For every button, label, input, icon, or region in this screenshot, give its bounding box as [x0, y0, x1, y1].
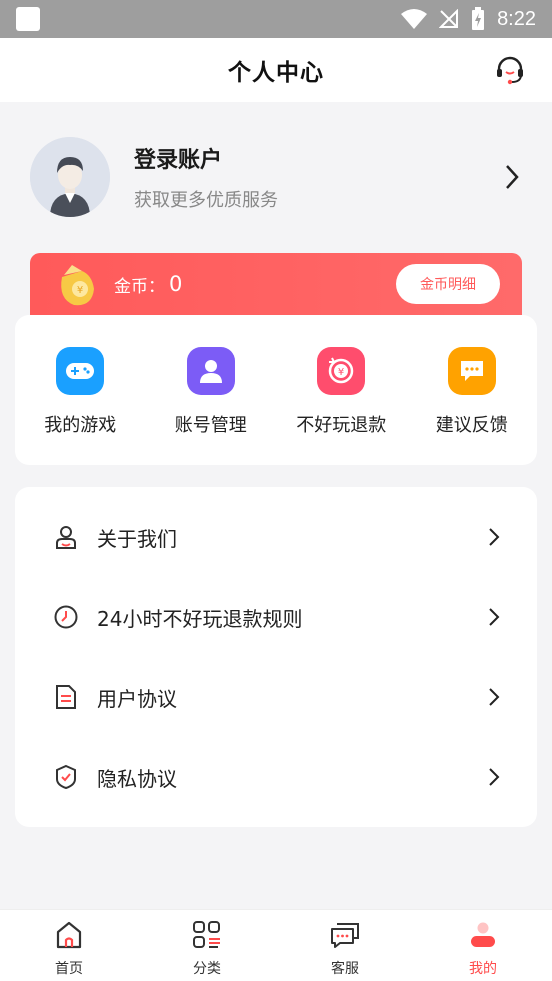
menu-item-user-agreement[interactable]: 用户协议: [15, 657, 537, 737]
coin-bag-icon: ¥: [52, 259, 102, 309]
action-refund[interactable]: ¥ 不好玩退款: [286, 347, 396, 465]
nav-category[interactable]: 分类: [138, 910, 276, 981]
action-label: 建议反馈: [435, 415, 508, 436]
action-my-games[interactable]: 我的游戏: [25, 347, 135, 465]
profile-icon: [466, 918, 500, 952]
quick-actions-card: 我的游戏 账号管理 ¥ 不好玩退款 建议反馈: [15, 315, 537, 465]
action-account[interactable]: 账号管理: [156, 347, 266, 465]
menu-item-privacy[interactable]: 隐私协议: [15, 737, 537, 817]
customer-service-button[interactable]: [492, 52, 528, 88]
battery-icon: [472, 7, 485, 30]
headset-icon: [497, 56, 523, 85]
coin-detail-button[interactable]: 金币明细: [396, 264, 500, 304]
chevron-right-icon: [489, 688, 500, 706]
feedback-icon: [447, 347, 496, 395]
login-subtitle: 获取更多优质服务: [134, 190, 278, 211]
action-feedback[interactable]: 建议反馈: [417, 347, 527, 465]
chevron-right-icon: [489, 528, 500, 546]
login-profile-row[interactable]: 登录账户 获取更多优质服务: [0, 102, 552, 252]
menu-label: 24小时不好玩退款规则: [97, 606, 303, 631]
shield-icon: [53, 764, 79, 790]
nav-service[interactable]: 客服: [276, 910, 414, 981]
svg-text:¥: ¥: [77, 285, 83, 296]
gamepad-icon: [56, 347, 105, 395]
chevron-right-icon: [489, 768, 500, 786]
page-title: 个人中心: [228, 60, 324, 86]
menu-label: 用户协议: [97, 686, 177, 711]
no-signal-icon: [439, 9, 459, 28]
bottom-nav: 首页 分类 客服 我的: [0, 909, 552, 981]
action-label: 我的游戏: [44, 415, 117, 436]
status-bar: 8:22: [0, 0, 552, 38]
menu-label: 隐私协议: [97, 766, 177, 791]
profile-text: 登录账户 获取更多优质服务: [134, 142, 278, 212]
nav-label: 分类: [193, 961, 221, 977]
avatar: [30, 137, 110, 217]
app-header: 个人中心: [0, 38, 552, 102]
user-icon: [186, 347, 235, 395]
status-time: 8:22: [497, 7, 536, 30]
menu-item-about[interactable]: 关于我们: [15, 497, 537, 577]
document-icon: [53, 684, 79, 710]
action-label: 不好玩退款: [296, 415, 387, 436]
user-outline-icon: [53, 524, 79, 550]
nav-mine[interactable]: 我的: [414, 910, 552, 981]
chat-icon: [328, 918, 362, 952]
coin-label: 金币：: [114, 276, 165, 297]
menu-label: 关于我们: [97, 526, 177, 551]
home-icon: [52, 918, 86, 952]
chevron-right-icon: [489, 608, 500, 626]
coin-bar: ¥ 金币： 0 金币明细: [30, 253, 522, 315]
login-title: 登录账户: [134, 148, 223, 173]
notification-icon: [16, 7, 40, 31]
refund-icon: ¥: [317, 347, 366, 395]
action-label: 账号管理: [174, 415, 247, 436]
coin-value: 0: [169, 272, 183, 296]
clock-icon: [53, 604, 79, 630]
status-indicators: 8:22: [401, 7, 536, 31]
chevron-right-icon: [506, 165, 519, 189]
nav-label: 我的: [469, 961, 497, 977]
wifi-icon: [401, 9, 428, 29]
svg-text:¥: ¥: [338, 367, 344, 378]
menu-item-refund-rules[interactable]: 24小时不好玩退款规则: [15, 577, 537, 657]
menu-card: 关于我们 24小时不好玩退款规则 用户协议 隐私协议: [15, 487, 537, 827]
nav-label: 首页: [55, 961, 83, 977]
nav-home[interactable]: 首页: [0, 910, 138, 981]
category-icon: [190, 918, 224, 952]
nav-label: 客服: [331, 961, 359, 977]
